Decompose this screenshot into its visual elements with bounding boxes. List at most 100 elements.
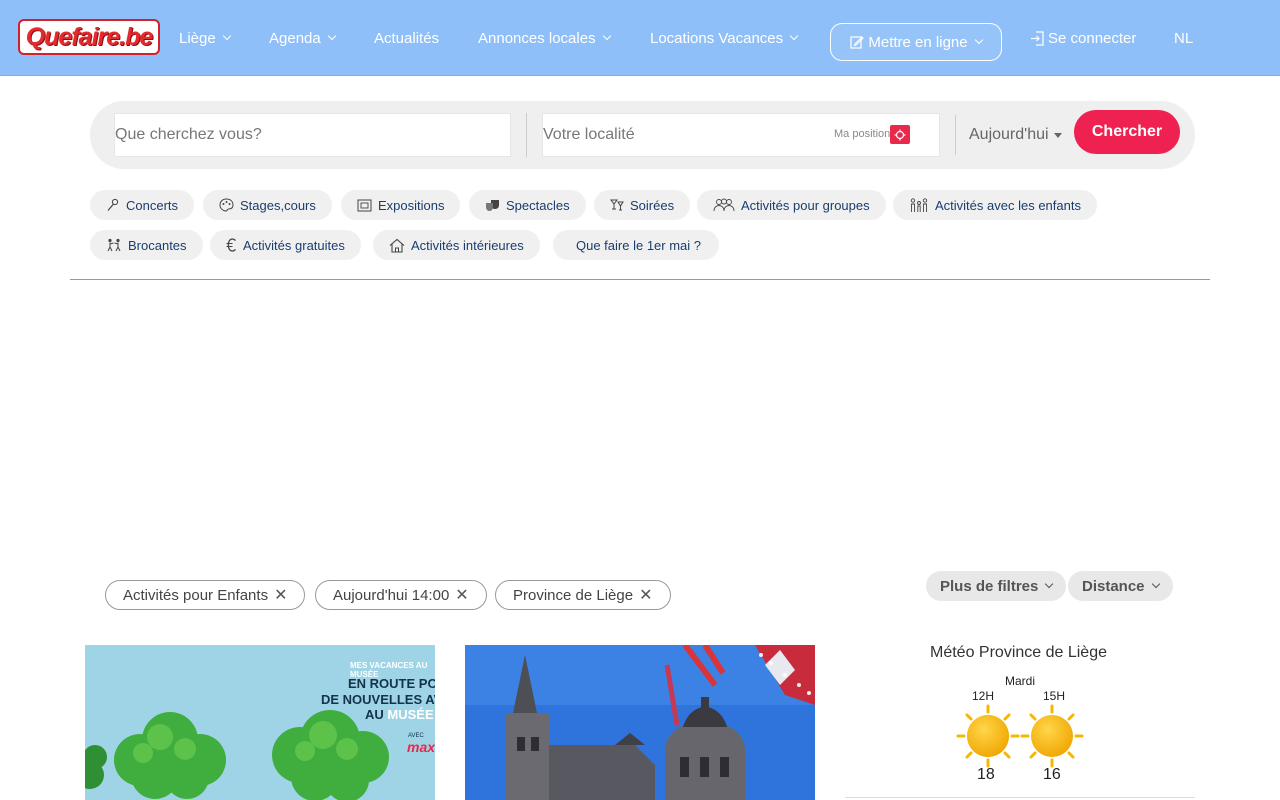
euro-icon [226, 238, 236, 252]
nav-item-liege[interactable]: Liège [179, 0, 231, 76]
family-icon [910, 197, 928, 212]
filter-label: Province de Liège [513, 586, 634, 604]
sun-icon [956, 704, 1020, 768]
distance-sort-button[interactable]: Distance [1068, 571, 1173, 601]
search-submit-button[interactable]: Chercher [1074, 110, 1180, 154]
login-link[interactable]: Se connecter [1030, 0, 1136, 76]
caret-down-icon [1053, 132, 1062, 138]
category-activites-interieures[interactable]: Activités intérieures [373, 230, 540, 260]
category-label: Activités intérieures [411, 237, 524, 253]
nav-item-annonces[interactable]: Annonces locales [478, 0, 611, 76]
filter-label: Activités pour Enfants [123, 586, 269, 604]
category-brocantes[interactable]: Brocantes [90, 230, 203, 260]
chevron-down-icon [222, 31, 231, 41]
weather-temp: 18 [977, 766, 995, 783]
top-navbar: Quefaire.be Liège Agenda Actualités Anno… [0, 0, 1280, 76]
nav-item-label: Actualités [374, 29, 440, 47]
my-position-label: Ma position [834, 128, 891, 140]
category-label: Activités pour groupes [741, 197, 870, 213]
category-expositions[interactable]: Expositions [341, 190, 461, 220]
category-soirees[interactable]: Soirées [594, 190, 691, 220]
nav-item-label: Agenda [269, 29, 321, 47]
search-separator [526, 113, 527, 157]
nav-item-actualites[interactable]: Actualités [374, 0, 439, 76]
publish-label: Mettre en ligne [868, 33, 968, 51]
house-icon [389, 238, 405, 253]
active-filter-pill[interactable]: Aujourd'hui 14:00 ✕ [315, 580, 487, 610]
filter-label: Aujourd'hui 14:00 [333, 586, 450, 604]
category-concerts[interactable]: Concerts [90, 190, 195, 220]
category-stages-cours[interactable]: Stages,cours [203, 190, 332, 220]
weather-temp: 16 [1043, 766, 1061, 783]
active-filter-pill[interactable]: Activités pour Enfants ✕ [105, 580, 306, 610]
weather-hour: 15H [1043, 689, 1066, 703]
nav-item-agenda[interactable]: Agenda [269, 0, 336, 76]
category-label: Stages,cours [240, 197, 316, 213]
site-logo[interactable]: Quefaire.be [18, 19, 160, 55]
lang-label: NL [1174, 29, 1194, 47]
event-card-image[interactable]: MES VACANCES AU MUSÉE EN ROUTE POUR DE N… [85, 645, 435, 800]
date-dropdown[interactable]: Aujourd'hui [969, 126, 1062, 144]
theater-masks-icon [486, 199, 499, 211]
bargain-icon [107, 238, 121, 252]
nav-item-label: Locations Vacances [650, 29, 784, 47]
search-what-input[interactable]: Que cherchez vous? [114, 113, 511, 157]
category-label: Brocantes [128, 237, 187, 253]
close-icon[interactable]: ✕ [455, 585, 468, 605]
close-icon[interactable]: ✕ [274, 585, 287, 605]
card-headline-line: DE NOUVELLES AVENT [321, 692, 435, 707]
category-label: Activités avec les enfants [935, 197, 1081, 213]
distance-sort-label: Distance [1082, 577, 1145, 595]
card-headline-line: AU MUSÉE [365, 707, 434, 722]
lang-switch-nl[interactable]: NL [1174, 0, 1193, 76]
category-activites-gratuites[interactable]: Activités gratuites [210, 230, 361, 260]
card-headline-line: EN ROUTE POUR [348, 676, 435, 691]
card-headline-part: MUSÉE [387, 707, 434, 722]
section-divider [70, 279, 1210, 280]
weather-hour: 12H [972, 689, 995, 703]
search-what-placeholder: Que cherchez vous? [115, 126, 262, 143]
search-location-placeholder: Votre localité [543, 126, 635, 143]
frame-icon [357, 199, 372, 211]
sun-icon [1020, 704, 1084, 768]
logo-text: Quefaire.be [25, 22, 154, 51]
category-label: Concerts [126, 197, 179, 213]
category-label: Soirées [630, 197, 675, 213]
chevron-down-icon [974, 35, 983, 45]
category-activites-enfants[interactable]: Activités avec les enfants [893, 190, 1097, 220]
category-label: Expositions [378, 197, 445, 213]
category-activites-groupes[interactable]: Activités pour groupes [697, 190, 886, 220]
login-label: Se connecter [1048, 29, 1137, 47]
nav-item-label: Annonces locales [478, 29, 596, 47]
active-filter-pill[interactable]: Province de Liège ✕ [495, 580, 671, 610]
chevron-down-icon [327, 31, 336, 41]
chevron-down-icon [1045, 579, 1054, 589]
microphone-icon [107, 198, 119, 211]
group-icon [713, 198, 735, 212]
nav-item-label: Liège [179, 29, 216, 47]
cocktail-icon [610, 199, 624, 211]
weather-day: Mardi [1005, 674, 1036, 688]
palette-icon [219, 198, 234, 212]
category-label: Que faire le 1er mai ? [576, 237, 702, 253]
search-submit-label: Chercher [1091, 123, 1163, 140]
nav-item-locations[interactable]: Locations Vacances [650, 0, 799, 76]
category-1er-mai[interactable]: Que faire le 1er mai ? [553, 230, 720, 260]
card-headline-part: AU [365, 707, 388, 722]
more-filters-label: Plus de filtres [940, 577, 1039, 595]
category-spectacles[interactable]: Spectacles [469, 190, 586, 220]
close-icon[interactable]: ✕ [639, 585, 652, 605]
date-dropdown-label: Aujourd'hui [969, 126, 1049, 143]
publish-button[interactable]: Mettre en ligne [830, 23, 1002, 61]
chevron-down-icon [602, 31, 611, 41]
chevron-down-icon [789, 31, 799, 41]
more-filters-button[interactable]: Plus de filtres [926, 571, 1067, 601]
card-brand-text: max [407, 739, 435, 755]
edit-icon [850, 35, 865, 49]
category-label: Spectacles [506, 197, 570, 213]
weather-divider [845, 797, 1195, 798]
locate-icon[interactable] [890, 125, 910, 144]
weather-title: Météo Province de Liège [930, 644, 1107, 661]
event-card-image[interactable] [465, 645, 815, 800]
church-fair-photo [465, 645, 815, 800]
